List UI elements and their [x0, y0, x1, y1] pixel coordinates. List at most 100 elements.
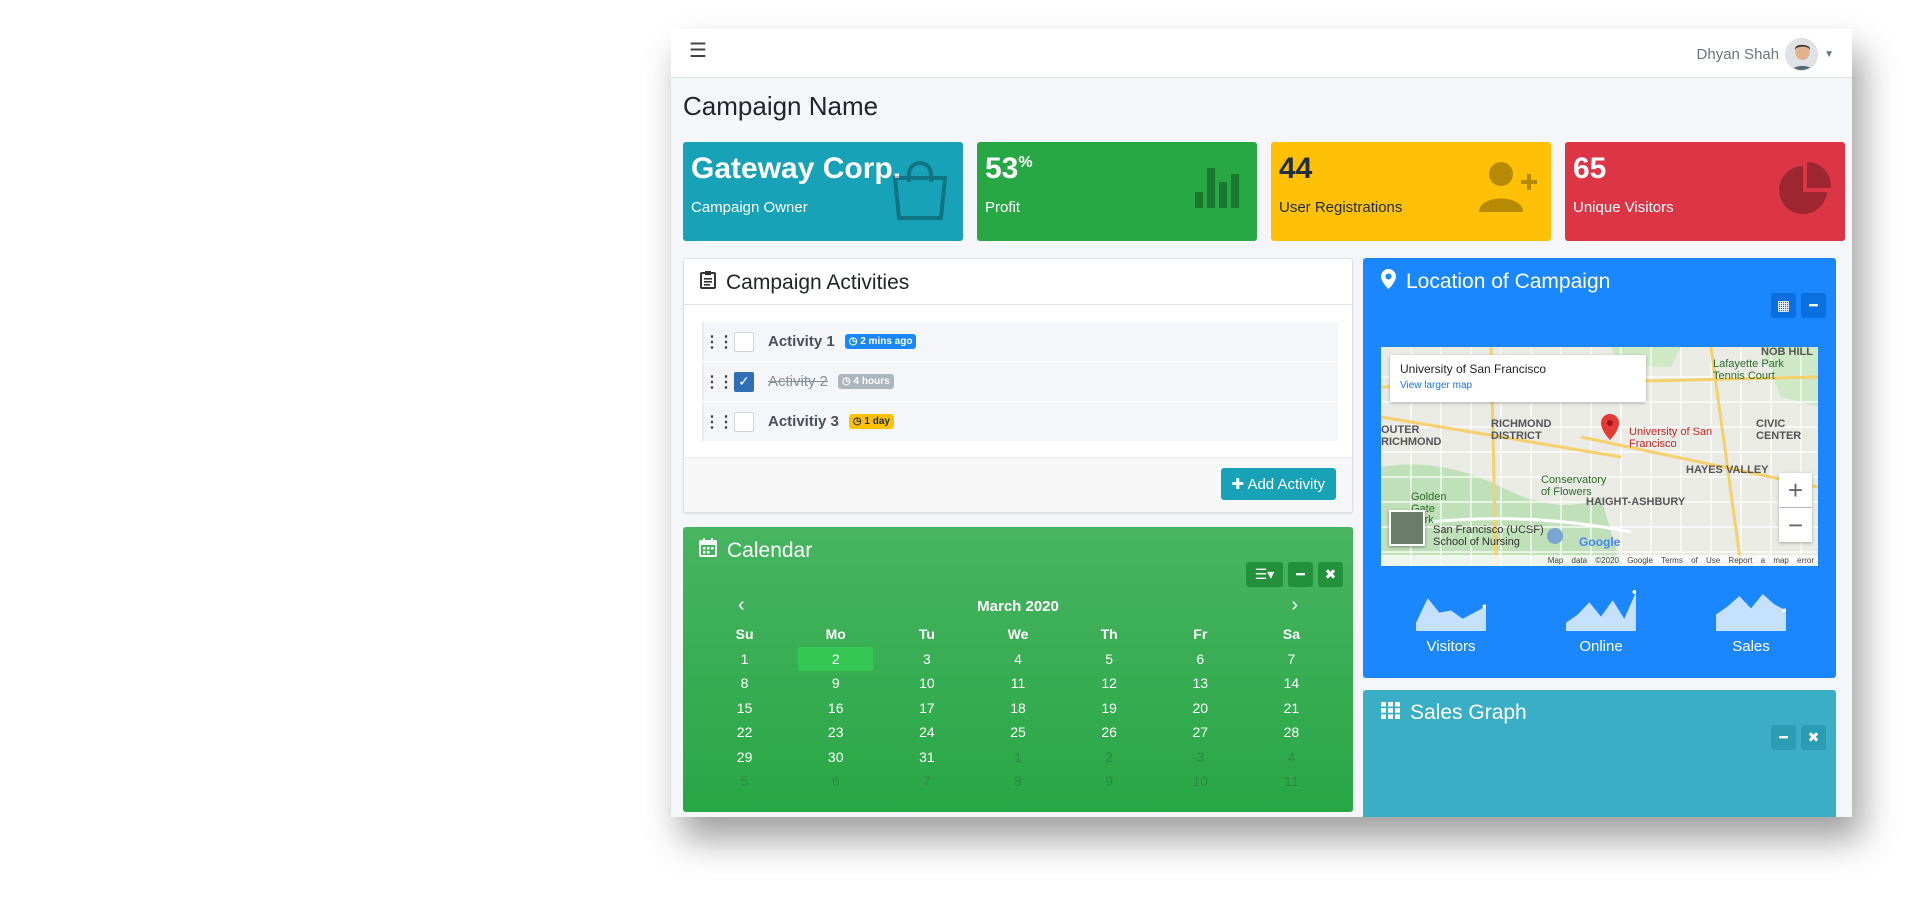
calendar-day[interactable]: 23	[790, 720, 881, 745]
sparkline-area	[1716, 594, 1786, 631]
minus-icon: −	[1787, 509, 1804, 540]
calendar-day[interactable]: 10	[881, 671, 972, 696]
visitors-sparkline-chart	[1416, 598, 1487, 631]
calendar-card: Calendar ☰▾ ━ ✖ ‹ March 2020 › Su Mo Tu We T…	[683, 527, 1353, 812]
sales-sparkline-chart	[1716, 594, 1787, 631]
calendar-day[interactable]: 26	[1064, 720, 1155, 745]
calendar-tools: ☰▾ ━ ✖	[1246, 562, 1343, 587]
calendar-day[interactable]: 4	[1246, 745, 1337, 770]
collapse-button[interactable]: ━	[1801, 293, 1826, 318]
time-badge-text: 2 mins ago	[860, 336, 913, 347]
calendar-day[interactable]: 7	[1246, 647, 1337, 672]
sales-graph-tools: ━ ✖	[1771, 725, 1826, 750]
calendar-day-selected[interactable]: 2	[798, 646, 874, 671]
location-header: Location of Campaign	[1363, 258, 1836, 306]
user-plus-icon	[1479, 160, 1539, 217]
calendar-day[interactable]: 27	[1155, 720, 1246, 745]
calendar-day[interactable]: 16	[790, 696, 881, 721]
calendar-day[interactable]: 11	[972, 671, 1063, 696]
zoom-in-button[interactable]: +	[1779, 473, 1812, 507]
user-menu[interactable]: Dhyan Shah ▼	[1697, 38, 1834, 71]
calendar-day[interactable]: 24	[881, 720, 972, 745]
location-card: Location of Campaign ▦ ━ University of S…	[1363, 258, 1836, 678]
remove-button[interactable]: ✖	[1318, 562, 1343, 587]
user-name: Dhyan Shah	[1696, 46, 1780, 63]
profit-value: 53	[985, 152, 1019, 185]
calendar-day[interactable]: 29	[699, 745, 790, 770]
calendar-day[interactable]: 19	[1064, 696, 1155, 721]
todo-item[interactable]: ⋮⋮ Activity 1 ◷ 2 mins ago	[702, 322, 1338, 361]
time-badge: ◷ 2 mins ago	[844, 334, 917, 349]
calendar-menu-button[interactable]: ☰▾	[1246, 562, 1283, 587]
page-title: Campaign Name	[683, 91, 879, 121]
todo-item[interactable]: ⋮⋮ Activitiy 3 ◷ 1 day	[702, 402, 1338, 441]
calendar-day[interactable]: 21	[1246, 696, 1337, 721]
menu-icon[interactable]: ☰	[689, 41, 707, 61]
pie-chart-icon	[1777, 160, 1833, 221]
visitors-value: 65	[1573, 152, 1607, 185]
todo-checkbox[interactable]	[734, 411, 754, 432]
calendar-day[interactable]: 11	[1246, 769, 1337, 794]
calendar-day[interactable]: 8	[699, 671, 790, 696]
todo-checkbox-checked[interactable]: ✓	[734, 371, 754, 392]
calendar-day[interactable]: 6	[790, 769, 881, 794]
close-icon: ✖	[1324, 566, 1337, 582]
calendar-day[interactable]: 4	[972, 647, 1063, 672]
calendar-day[interactable]: 5	[699, 769, 790, 794]
registrations-label: User Registrations	[1279, 199, 1403, 216]
sparkline-label: Online	[1579, 638, 1623, 655]
calendar-day[interactable]: 20	[1155, 696, 1246, 721]
calendar-day[interactable]: 13	[1155, 671, 1246, 696]
calendar-day[interactable]: 6	[1155, 647, 1246, 672]
minus-icon: ━	[1779, 729, 1788, 745]
sparkline-label: Sales	[1732, 638, 1770, 655]
calendar-day[interactable]: 3	[881, 647, 972, 672]
map[interactable]: University of San Francisco View larger …	[1381, 347, 1818, 566]
shopping-bag-icon	[889, 160, 951, 225]
collapse-button[interactable]: ━	[1771, 725, 1796, 750]
calendar-day[interactable]: 2	[1064, 745, 1155, 770]
weekday-header: Sa	[1282, 626, 1300, 642]
calendar-day[interactable]: 9	[1064, 769, 1155, 794]
calendar-day[interactable]: 25	[972, 720, 1063, 745]
remove-button[interactable]: ✖	[1801, 725, 1826, 750]
calendar-day[interactable]: 12	[1064, 671, 1155, 696]
calendar-day[interactable]: 1	[972, 745, 1063, 770]
next-month-icon[interactable]: ›	[1291, 594, 1298, 617]
grid-icon	[1381, 701, 1400, 725]
calendar-day[interactable]: 5	[1064, 647, 1155, 672]
calendar-day[interactable]: 7	[881, 769, 972, 794]
calendar-day[interactable]: 22	[699, 720, 790, 745]
time-badge-text: 1 day	[864, 416, 890, 427]
todo-checkbox[interactable]	[734, 331, 754, 352]
calendar-day[interactable]: 15	[699, 696, 790, 721]
add-activity-button[interactable]: ✚ Add Activity	[1220, 468, 1336, 500]
map-footer: Map data ©2020 Google Terms of Use Repor…	[1381, 555, 1818, 566]
map-area-label: San Francisco (UCSF) School of Nursing	[1433, 524, 1544, 548]
weekday-header: Th	[1100, 626, 1118, 642]
calendar-toggle-button[interactable]: ▦	[1771, 293, 1796, 318]
drag-handle-icon[interactable]: ⋮⋮	[704, 332, 734, 352]
zoom-out-button[interactable]: −	[1779, 508, 1812, 542]
info-box-registrations: 44 User Registrations	[1271, 142, 1551, 241]
drag-handle-icon[interactable]: ⋮⋮	[704, 372, 734, 392]
satellite-toggle-button[interactable]	[1389, 510, 1425, 546]
drag-handle-icon[interactable]: ⋮⋮	[704, 412, 734, 432]
calendar-day[interactable]: 28	[1246, 720, 1337, 745]
calendar-day[interactable]: 30	[790, 745, 881, 770]
calendar-day[interactable]: 9	[790, 671, 881, 696]
calendar-day[interactable]: 8	[972, 769, 1063, 794]
todo-label: Activity 1	[768, 333, 835, 350]
calendar-day[interactable]: 10	[1155, 769, 1246, 794]
calendar-day[interactable]: 18	[972, 696, 1063, 721]
todo-item[interactable]: ⋮⋮ ✓ Activity 2 ◷ 4 hours	[702, 362, 1338, 401]
calendar-day[interactable]: 3	[1155, 745, 1246, 770]
calendar-day[interactable]: 31	[881, 745, 972, 770]
activities-header: Campaign Activities	[684, 259, 1352, 305]
activities-footer: ✚ Add Activity	[684, 457, 1352, 512]
view-larger-map-link[interactable]: View larger map	[1400, 380, 1636, 391]
calendar-day[interactable]: 14	[1246, 671, 1337, 696]
collapse-button[interactable]: ━	[1288, 562, 1313, 587]
calendar-day[interactable]: 1	[699, 647, 790, 672]
calendar-day[interactable]: 17	[881, 696, 972, 721]
